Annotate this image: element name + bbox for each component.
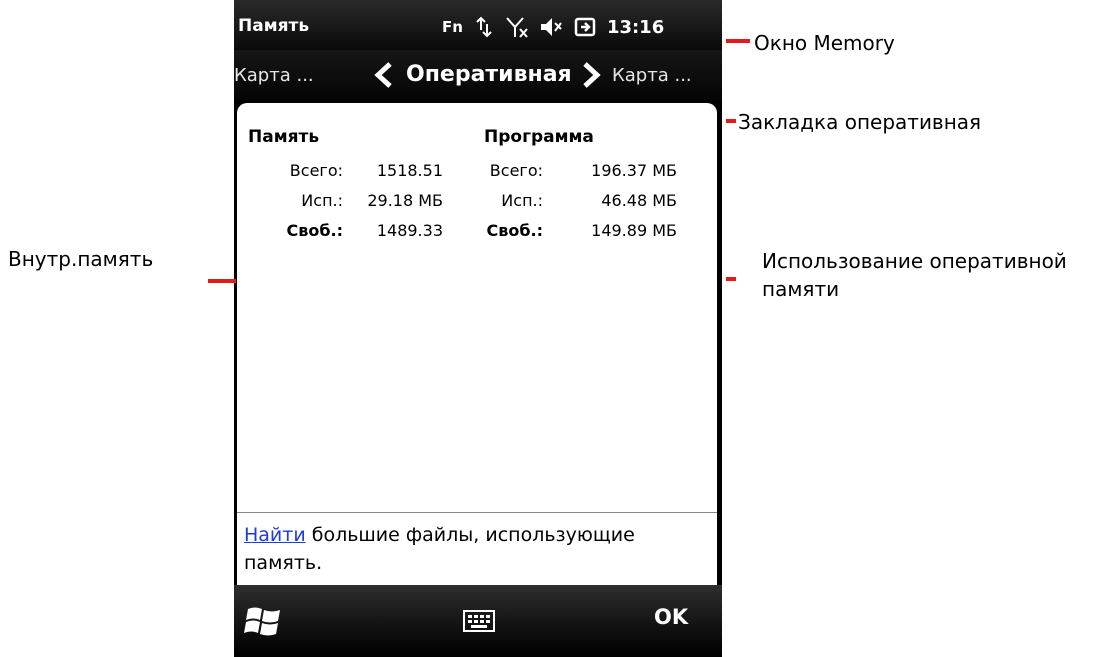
annotation-line-ram-usage [726,277,736,281]
annotation-ram-tab: Закладка оперативная [738,110,982,134]
ok-button[interactable]: OK [654,605,688,629]
tab-storage-card-left[interactable]: Карта ... [234,65,314,86]
program-used-value: 46.48 МБ [601,191,677,210]
find-link[interactable]: Найти [244,524,306,546]
annotation-line-memory-window [726,39,750,43]
annotation-memory-window: Окно Memory [754,31,895,55]
memory-total-value: 1518.51 [376,161,443,180]
fn-indicator: Fn [442,18,463,36]
find-files-area: Найти большие файлы, использующие память… [237,513,717,585]
status-bar: Память Fn 13:16 [234,0,722,50]
program-free-label: Своб.: [486,221,543,240]
program-total-value: 196.37 МБ [591,161,677,180]
tab-storage-card-right[interactable]: Карта ... [612,65,692,86]
memory-free-label: Своб.: [286,221,343,240]
chevron-left-icon[interactable] [372,60,396,94]
program-column-header: Программа [484,127,594,147]
clock: 13:16 [606,16,665,38]
program-used-label: Исп.: [501,191,543,210]
status-icons: Fn 13:16 [442,12,664,42]
battery-charging-icon [573,15,597,39]
program-free-value: 149.89 МБ [591,221,677,240]
data-sync-icon [473,16,495,38]
annotation-line-internal-memory [208,279,236,283]
find-files-text: Найти большие файлы, использующие память… [244,521,714,577]
windows-logo-icon[interactable] [242,601,286,641]
tab-ram[interactable]: Оперативная [406,62,572,87]
memory-column-header: Память [248,127,320,147]
annotation-internal-memory: Внутр.память [8,247,154,271]
softkey-bar: OK [234,585,722,657]
chevron-right-icon[interactable] [579,60,603,94]
annotation-line-ram-tab [726,119,736,123]
memory-total-label: Всего: [289,161,343,180]
no-signal-icon [505,15,529,39]
speaker-muted-icon [539,15,563,39]
window-title: Память [238,16,310,36]
annotation-ram-usage-line2: памяти [762,277,840,301]
phone-screen: Память Fn 13:16 Карта ... Оперативная Ка… [234,0,722,657]
program-total-label: Всего: [489,161,543,180]
annotation-ram-usage-line1: Использование оперативной [762,249,1067,273]
memory-used-label: Исп.: [301,191,343,210]
keyboard-icon[interactable] [462,607,496,635]
memory-free-value: 1489.33 [376,221,443,240]
ram-panel: Память Программа Всего: 1518.51 Исп.: 29… [237,103,717,523]
memory-used-value: 29.18 МБ [367,191,443,210]
pivot-header: Карта ... Оперативная Карта ... [234,50,722,100]
